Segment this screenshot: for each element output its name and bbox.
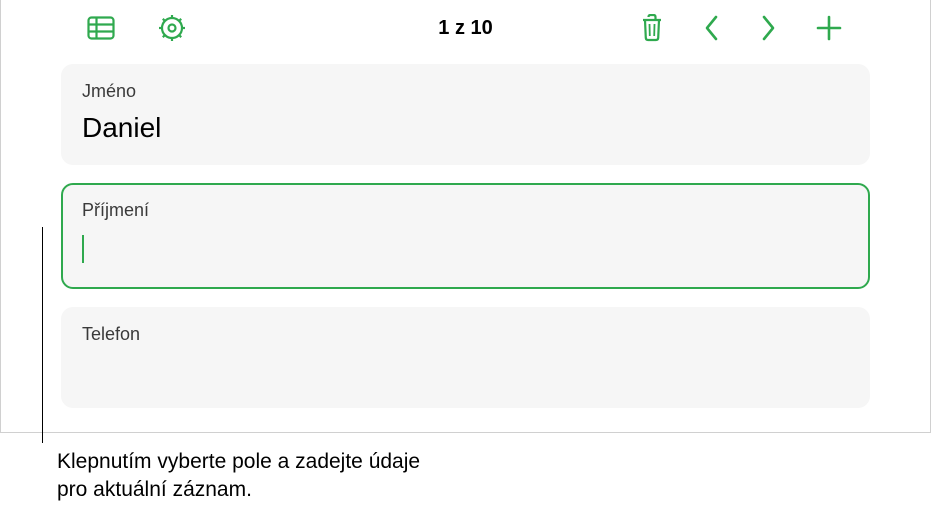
toolbar: 1 z 10	[1, 0, 930, 56]
callout-leader-line	[42, 227, 43, 443]
field-label: Příjmení	[82, 200, 849, 221]
record-counter: 1 z 10	[438, 17, 492, 40]
trash-icon	[640, 14, 664, 42]
chevron-right-icon	[760, 15, 776, 41]
field-telefon[interactable]: Telefon	[61, 307, 870, 408]
form-fields-area: Jméno Daniel Příjmení Telefon	[1, 56, 930, 408]
plus-icon	[816, 15, 842, 41]
field-jmeno[interactable]: Jméno Daniel	[61, 64, 870, 165]
field-value[interactable]: Daniel	[82, 112, 849, 146]
field-label: Jméno	[82, 81, 849, 102]
table-icon	[87, 16, 115, 40]
table-view-button[interactable]	[87, 16, 115, 40]
callout-text: Klepnutím vyberte pole a zadejte údaje p…	[57, 448, 437, 505]
field-value[interactable]	[82, 355, 849, 389]
next-record-button[interactable]	[760, 15, 776, 41]
add-record-button[interactable]	[816, 15, 842, 41]
chevron-left-icon	[704, 15, 720, 41]
text-cursor	[82, 235, 84, 263]
previous-record-button[interactable]	[704, 15, 720, 41]
settings-button[interactable]	[159, 15, 185, 41]
field-label: Telefon	[82, 324, 849, 345]
toolbar-right-group	[640, 14, 912, 42]
delete-button[interactable]	[640, 14, 664, 42]
gear-icon	[159, 15, 185, 41]
field-value[interactable]	[82, 231, 849, 270]
field-prijmeni[interactable]: Příjmení	[61, 183, 870, 289]
form-panel: 1 z 10	[0, 0, 931, 433]
toolbar-left-group	[19, 15, 185, 41]
